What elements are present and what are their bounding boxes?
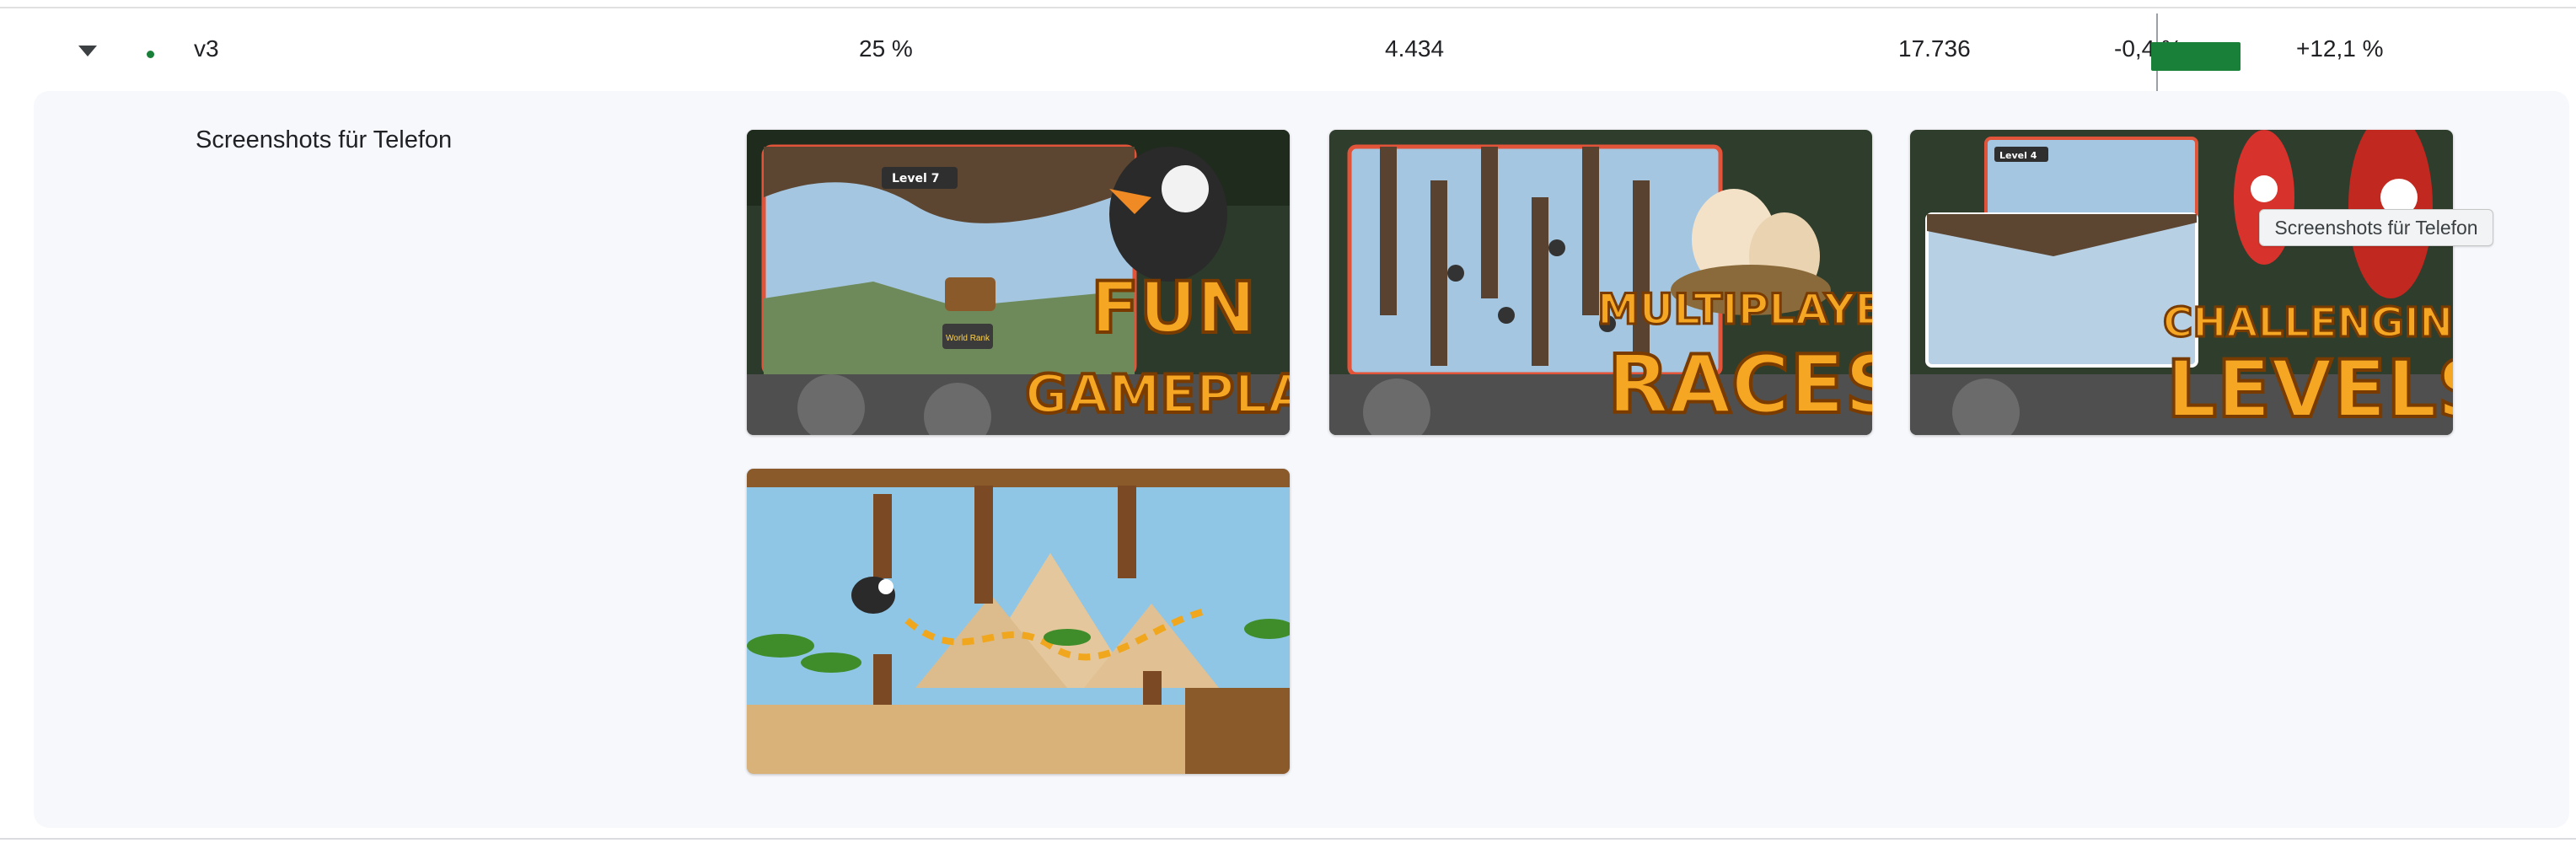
svg-text:World Rank: World Rank [946,334,990,343]
svg-text:LEVELS: LEVELS [2166,344,2453,435]
screenshot-thumbnail-1[interactable]: Level 7 World Rank FUN GAMEPLAY [747,130,1290,435]
screenshots-tooltip: Screenshots für Telefon [2259,209,2493,246]
screenshot-image-fun-gameplay: Level 7 World Rank FUN GAMEPLAY [747,130,1290,435]
svg-text:Level 7: Level 7 [892,172,939,185]
screenshot-image-challenging-levels: Level 4 CHALLENGING LEVELS [1910,130,2453,435]
confidence-interval-chart [0,8,2576,96]
ci-high-label: +12,1 % [2296,35,2384,62]
svg-text:Level 4: Level 4 [1999,150,2037,161]
screenshot-image-desert-level [747,469,1290,774]
screenshot-thumbnail-3[interactable]: Level 4 CHALLENGING LEVELS [1910,130,2453,435]
svg-text:FUN: FUN [1091,266,1256,349]
screenshot-thumbnail-2[interactable]: MULTIPLAYER RACES [1329,130,1872,435]
screenshot-thumbnail-4[interactable] [747,469,1290,774]
bottom-divider [0,838,2576,840]
ci-bar [2151,42,2241,71]
svg-text:MULTIPLAYER: MULTIPLAYER [1597,285,1872,334]
experiment-variant-row[interactable]: v3 25 % 4.434 17.736 -0,4 % +12,1 % [0,8,2576,96]
svg-text:CHALLENGING: CHALLENGING [2163,299,2453,346]
svg-text:RACES: RACES [1607,339,1872,432]
svg-text:GAMEPLAY: GAMEPLAY [1025,363,1290,425]
screenshots-section-label: Screenshots für Telefon [196,126,453,153]
screenshot-image-multiplayer-races: MULTIPLAYER RACES [1329,130,1872,435]
